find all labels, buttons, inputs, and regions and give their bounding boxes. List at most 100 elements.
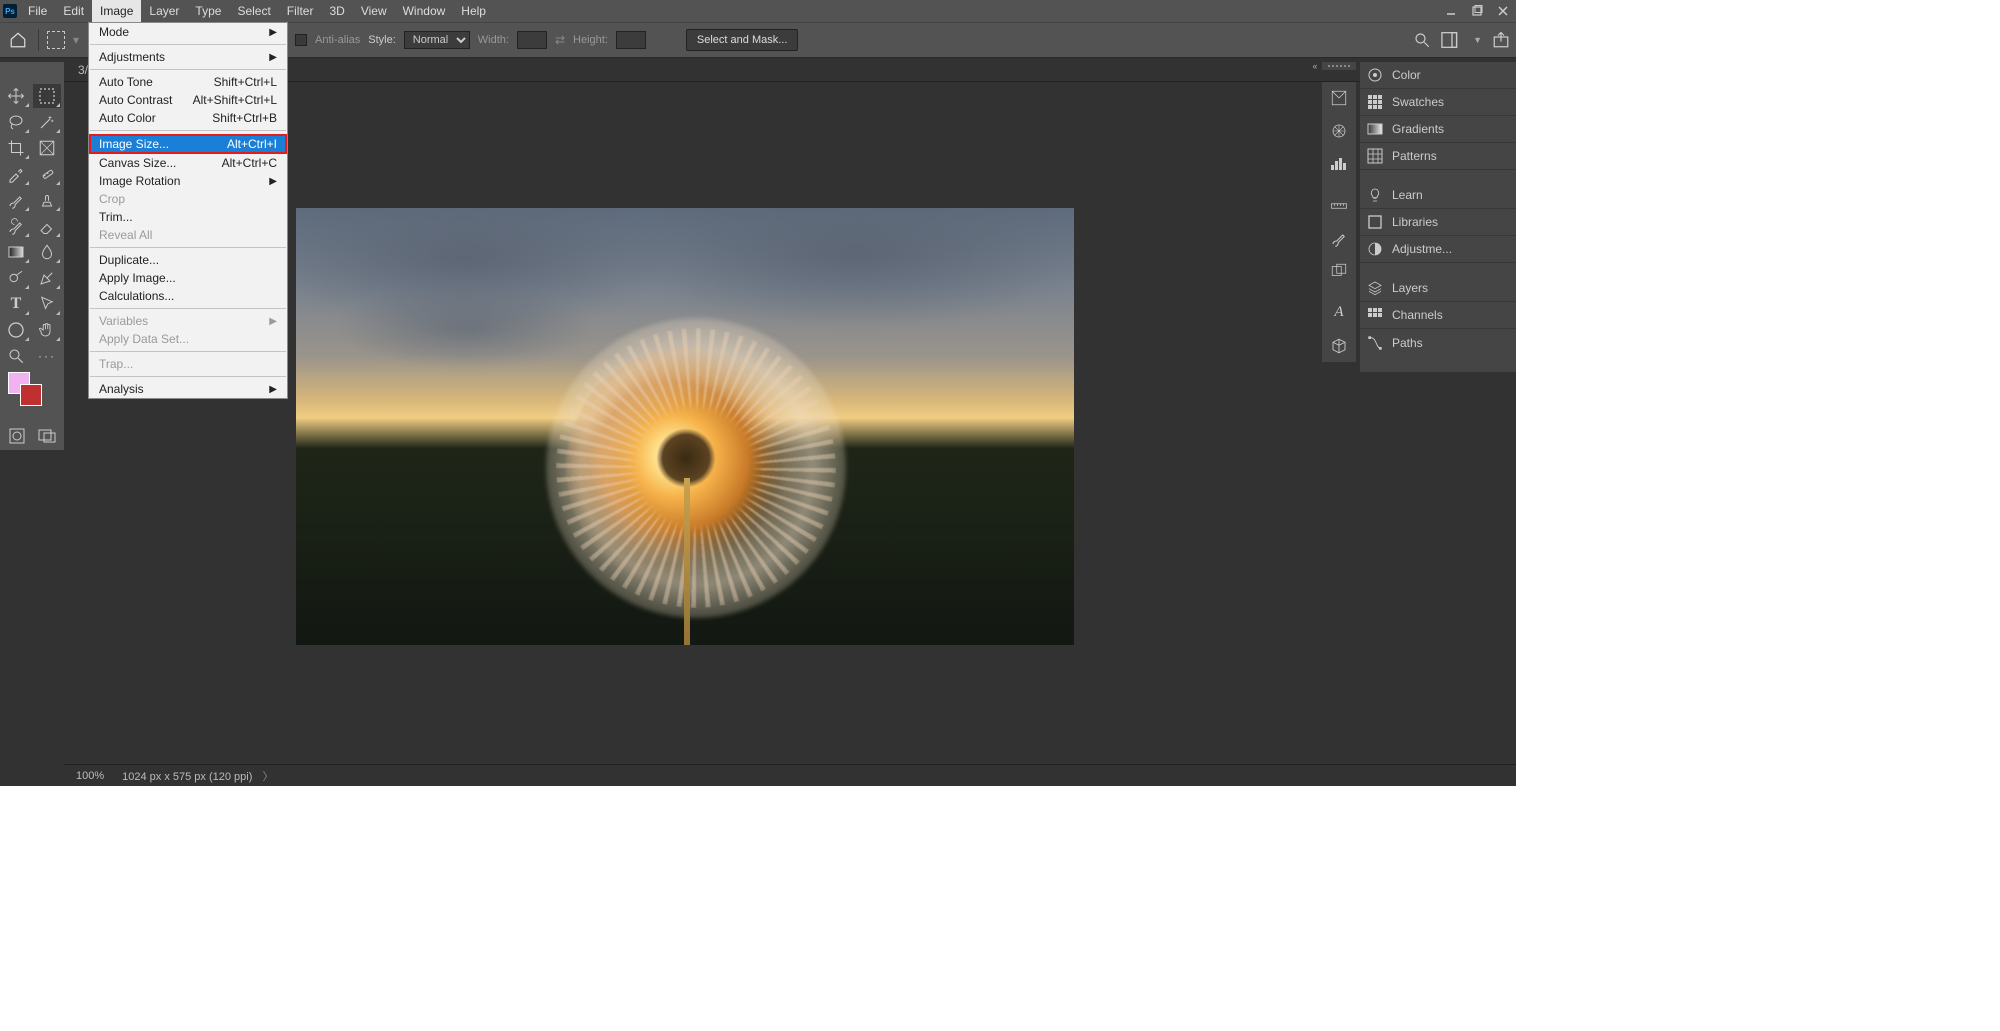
type-tool[interactable]: T <box>2 292 30 316</box>
style-select[interactable]: Normal <box>404 31 470 49</box>
search-icon[interactable] <box>1413 31 1431 49</box>
cube-icon[interactable] <box>1322 329 1356 362</box>
edit-toolbar-button[interactable]: ··· <box>33 344 61 368</box>
spot-heal-tool[interactable] <box>33 162 61 186</box>
magic-wand-tool[interactable] <box>33 110 61 134</box>
status-zoom[interactable]: 100% <box>76 770 104 782</box>
shape-tool[interactable] <box>2 318 30 342</box>
menu-help[interactable]: Help <box>453 0 494 22</box>
marquee-tool-indicator-icon[interactable] <box>47 31 65 49</box>
dditem-apply-image[interactable]: Apply Image... <box>89 269 287 287</box>
hand-tool[interactable] <box>33 318 61 342</box>
dditem-image-size[interactable]: Image Size...Alt+Ctrl+I <box>89 134 287 154</box>
swatches-icon <box>1366 94 1384 110</box>
window-minimize-button[interactable] <box>1438 0 1464 22</box>
navigator-icon[interactable] <box>1322 115 1356 148</box>
status-doc-info[interactable]: 1024 px x 575 px (120 ppi) <box>122 771 252 783</box>
app-window: Ps File Edit Image Layer Type Select Fil… <box>0 0 1516 786</box>
eyedropper-tool[interactable] <box>2 162 30 186</box>
background-swatch[interactable] <box>20 384 42 406</box>
paths-icon <box>1366 335 1384 351</box>
home-button[interactable] <box>6 28 30 52</box>
history-brush-tool[interactable] <box>2 214 30 238</box>
gradient-tool[interactable] <box>2 240 30 264</box>
dditem-mode[interactable]: Mode▶ <box>89 23 287 41</box>
chevron-right-icon[interactable]: 〉 <box>256 771 273 783</box>
clone-stamp-tool[interactable] <box>33 188 61 212</box>
menu-filter[interactable]: Filter <box>279 0 322 22</box>
lasso-tool[interactable] <box>2 110 30 134</box>
anti-alias-checkbox[interactable] <box>295 34 307 46</box>
width-input[interactable] <box>517 31 547 49</box>
crop-tool[interactable] <box>2 136 30 160</box>
menu-3d[interactable]: 3D <box>321 0 352 22</box>
dditem-image-rotation[interactable]: Image Rotation▶ <box>89 172 287 190</box>
brushes-icon[interactable] <box>1322 222 1356 255</box>
dditem-auto-tone[interactable]: Auto ToneShift+Ctrl+L <box>89 73 287 91</box>
menu-image[interactable]: Image <box>92 0 141 22</box>
move-tool[interactable] <box>2 84 30 108</box>
dditem-reveal-all: Reveal All <box>89 226 287 244</box>
frame-tool[interactable] <box>33 136 61 160</box>
menu-window[interactable]: Window <box>395 0 454 22</box>
eraser-tool[interactable] <box>33 214 61 238</box>
panel-color[interactable]: Color <box>1360 62 1516 89</box>
ruler-icon[interactable] <box>1322 189 1356 222</box>
dodge-tool[interactable] <box>2 266 30 290</box>
zoom-tool[interactable] <box>2 344 30 368</box>
panel-label: Libraries <box>1392 215 1438 229</box>
panel-libraries[interactable]: Libraries <box>1360 209 1516 236</box>
dditem-duplicate[interactable]: Duplicate... <box>89 251 287 269</box>
path-select-tool[interactable] <box>33 292 61 316</box>
rail1-drag-handle[interactable] <box>1322 62 1356 70</box>
history-icon[interactable] <box>1322 82 1356 115</box>
panel-layers[interactable]: Layers <box>1360 275 1516 302</box>
menu-select[interactable]: Select <box>229 0 278 22</box>
tools-panel: T ··· <box>0 82 64 450</box>
quick-mask-icon[interactable] <box>5 424 29 448</box>
panel-gradients[interactable]: Gradients <box>1360 116 1516 143</box>
panel-learn[interactable]: Learn <box>1360 182 1516 209</box>
dditem-trim[interactable]: Trim... <box>89 208 287 226</box>
panel-patterns[interactable]: Patterns <box>1360 143 1516 170</box>
pen-tool[interactable] <box>33 266 61 290</box>
dditem-adjustments[interactable]: Adjustments▶ <box>89 48 287 66</box>
menu-edit[interactable]: Edit <box>55 0 92 22</box>
menu-layer[interactable]: Layer <box>141 0 187 22</box>
expand-right-panels-icon[interactable]: « <box>1310 62 1320 70</box>
panel-swatches[interactable]: Swatches <box>1360 89 1516 116</box>
dditem-analysis[interactable]: Analysis▶ <box>89 380 287 398</box>
color-swatches[interactable] <box>2 370 62 418</box>
histogram-icon[interactable] <box>1322 147 1356 180</box>
menu-file[interactable]: File <box>20 0 55 22</box>
panel-adjustments[interactable]: Adjustme... <box>1360 236 1516 263</box>
rect-marquee-tool[interactable] <box>33 84 61 108</box>
menu-view[interactable]: View <box>353 0 395 22</box>
blur-tool[interactable] <box>33 240 61 264</box>
workspace-switcher-icon[interactable] <box>1441 31 1463 49</box>
anti-alias-label: Anti-alias <box>315 34 360 46</box>
dditem-auto-color[interactable]: Auto ColorShift+Ctrl+B <box>89 109 287 127</box>
menu-type[interactable]: Type <box>187 0 229 22</box>
swap-dimensions-icon[interactable]: ⇄ <box>555 33 565 47</box>
window-maximize-button[interactable] <box>1464 0 1490 22</box>
panel-label: Paths <box>1392 336 1423 350</box>
brush-tool[interactable] <box>2 188 30 212</box>
adjustments-icon <box>1366 241 1384 257</box>
dditem-calculations[interactable]: Calculations... <box>89 287 287 305</box>
dditem-auto-contrast[interactable]: Auto ContrastAlt+Shift+Ctrl+L <box>89 91 287 109</box>
panel-paths[interactable]: Paths <box>1360 329 1516 356</box>
panel-label: Adjustme... <box>1392 242 1452 256</box>
clone-source-icon[interactable] <box>1322 255 1356 288</box>
character-icon[interactable]: A <box>1322 297 1356 330</box>
dditem-canvas-size[interactable]: Canvas Size...Alt+Ctrl+C <box>89 154 287 172</box>
window-close-button[interactable] <box>1490 0 1516 22</box>
height-input[interactable] <box>616 31 646 49</box>
app-logo-icon: Ps <box>0 0 20 22</box>
dditem-variables: Variables▶ <box>89 312 287 330</box>
panel-channels[interactable]: Channels <box>1360 302 1516 329</box>
screen-mode-icon[interactable] <box>35 424 59 448</box>
document-canvas[interactable] <box>296 208 1074 645</box>
select-and-mask-button[interactable]: Select and Mask... <box>686 29 799 51</box>
share-icon[interactable] <box>1492 31 1510 49</box>
